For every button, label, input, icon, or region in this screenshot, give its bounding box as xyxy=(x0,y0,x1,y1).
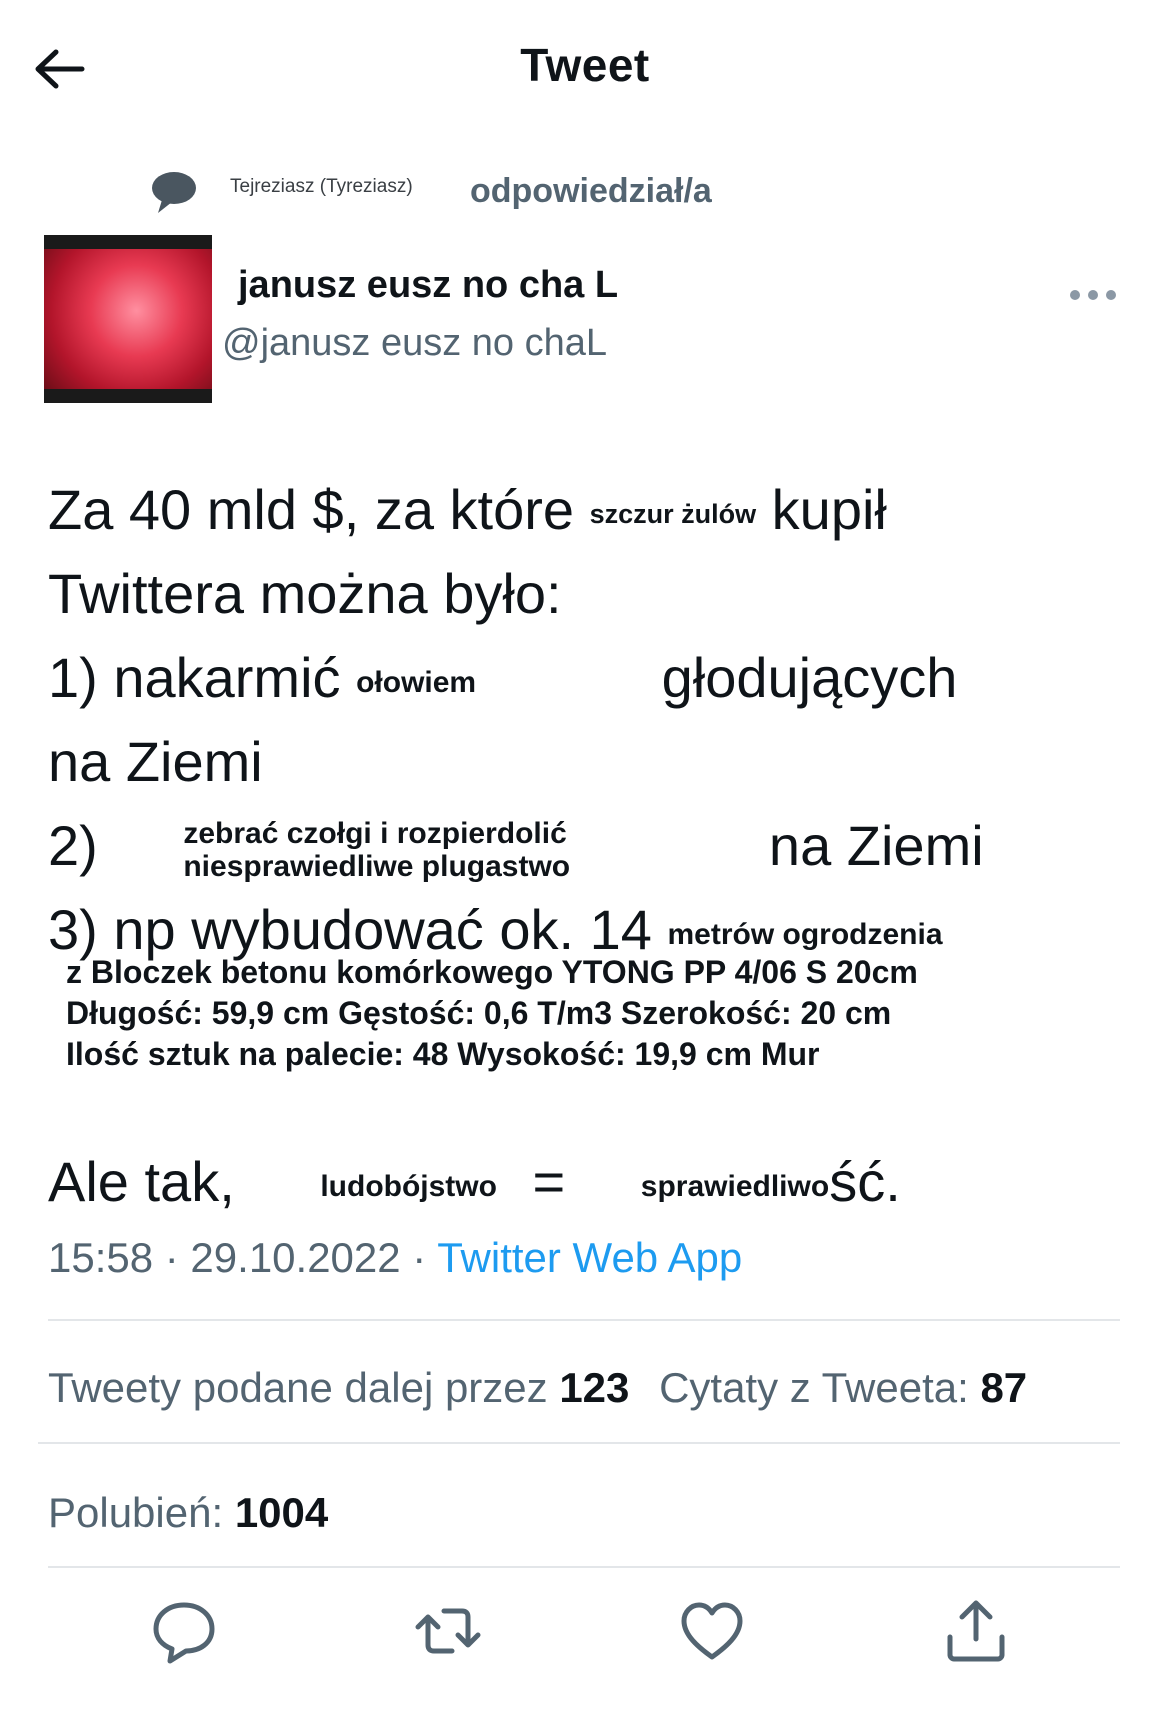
stats-row: Tweety podane dalej przez 123 Cytaty z T… xyxy=(48,1364,1027,1412)
overlay-text: ołowiem xyxy=(356,665,477,699)
source-link[interactable]: Twitter Web App xyxy=(437,1234,742,1281)
tweet-line: Za 40 mld $, za które szczur żulów kupił xyxy=(48,468,1108,552)
retweet-button[interactable] xyxy=(412,1595,484,1667)
quotes-stat[interactable]: Cytaty z Tweeta: 87 xyxy=(659,1364,1027,1411)
overlay-line: Długość: 59,9 cm Gęstość: 0,6 T/m3 Szero… xyxy=(66,995,892,1031)
tweet-line: Ale tak, ludobójstwo = sprawiedliwość. xyxy=(48,1140,1108,1224)
speech-bubble-icon xyxy=(150,170,198,214)
tweet-text: Za 40 mld $, za które szczur żulów kupił… xyxy=(48,468,1108,1224)
overlay-text: szczur żulów xyxy=(589,499,757,530)
tweet-line: na Ziemi xyxy=(48,720,1108,804)
retweet-icon xyxy=(415,1608,481,1654)
overlay-text: sprawiedliwo xyxy=(640,1169,830,1203)
quotes-count: 87 xyxy=(980,1364,1028,1411)
tweet-text-segment: kupił xyxy=(771,478,887,541)
overlay-text: ludobójstwo xyxy=(320,1169,497,1203)
author-handle[interactable]: @janusz eusz no chaL xyxy=(222,322,607,365)
tweet-timestamp: 15:58 · 29.10.2022 · Twitter Web App xyxy=(48,1234,742,1282)
likes-count: 1004 xyxy=(234,1489,329,1536)
tweet-text-segment: Ale tak, xyxy=(48,1150,235,1213)
overlay-text: zebrać czołgi i rozpierdolić niesprawied… xyxy=(183,817,703,883)
likes-row: Polubień: 1004 xyxy=(48,1489,328,1537)
heart-icon xyxy=(681,1602,743,1660)
reply-context-user[interactable]: Tejreziasz (Tyreziasz) xyxy=(230,176,413,198)
overlay-text-block: z Bloczek betonu komórkowego YTONG PP 4/… xyxy=(66,952,918,1075)
like-button[interactable] xyxy=(676,1595,748,1667)
tweet-text-segment: głodujących xyxy=(661,646,958,709)
divider xyxy=(48,1319,1120,1321)
share-icon xyxy=(947,1600,1005,1662)
divider xyxy=(38,1442,1120,1444)
tweet-text-segment: 2) xyxy=(48,814,98,877)
page-title: Tweet xyxy=(520,39,650,91)
more-options-button[interactable] xyxy=(1070,280,1116,310)
overlay-line: zebrać czołgi i rozpierdolić xyxy=(183,817,567,851)
retweets-stat[interactable]: Tweety podane dalej przez 123 xyxy=(48,1364,629,1411)
action-bar xyxy=(0,1595,1170,1675)
likes-label: Polubień: xyxy=(48,1489,235,1536)
tweet-line: 1) nakarmić ołowiem głodujących xyxy=(48,636,1108,720)
reply-icon xyxy=(153,1602,215,1664)
retweets-count: 123 xyxy=(559,1364,630,1411)
share-button[interactable] xyxy=(940,1595,1012,1667)
tweet-text-segment: Za 40 mld $, za które xyxy=(48,478,575,541)
time-date[interactable]: 15:58 · 29.10.2022 · xyxy=(48,1234,437,1281)
overlay-line: Ilość sztuk na palecie: 48 Wysokość: 19,… xyxy=(66,1036,820,1072)
likes-stat[interactable]: Polubień: 1004 xyxy=(48,1489,328,1536)
tweet-line: 2) zebrać czołgi i rozpierdolić niespraw… xyxy=(48,804,1108,888)
reply-context-action: odpowiedział/a xyxy=(470,172,712,210)
divider xyxy=(48,1566,1120,1568)
tweet-text-segment: = xyxy=(532,1150,566,1213)
tweet-line: Twittera można było: xyxy=(48,552,1108,636)
author-name[interactable]: janusz eusz no cha L xyxy=(238,264,618,307)
top-bar: Tweet xyxy=(0,0,1170,130)
reply-button[interactable] xyxy=(148,1595,220,1667)
tweet-text-segment: na Ziemi xyxy=(768,814,984,877)
quotes-label: Cytaty z Tweeta: xyxy=(659,1364,981,1411)
overlay-line: z Bloczek betonu komórkowego YTONG PP 4/… xyxy=(66,954,918,990)
tweet-text-segment: 1) nakarmić xyxy=(48,646,341,709)
overlay-text: metrów ogrodzenia xyxy=(667,917,943,951)
overlay-line: niesprawiedliwe plugastwo xyxy=(183,850,571,884)
tweet-text-segment: na Ziemi xyxy=(48,730,263,793)
avatar[interactable] xyxy=(44,235,212,403)
tweet-text-segment: ść. xyxy=(829,1150,901,1213)
retweets-label: Tweety podane dalej przez xyxy=(48,1364,560,1411)
tweet-text-segment: Twittera można było: xyxy=(48,562,562,625)
